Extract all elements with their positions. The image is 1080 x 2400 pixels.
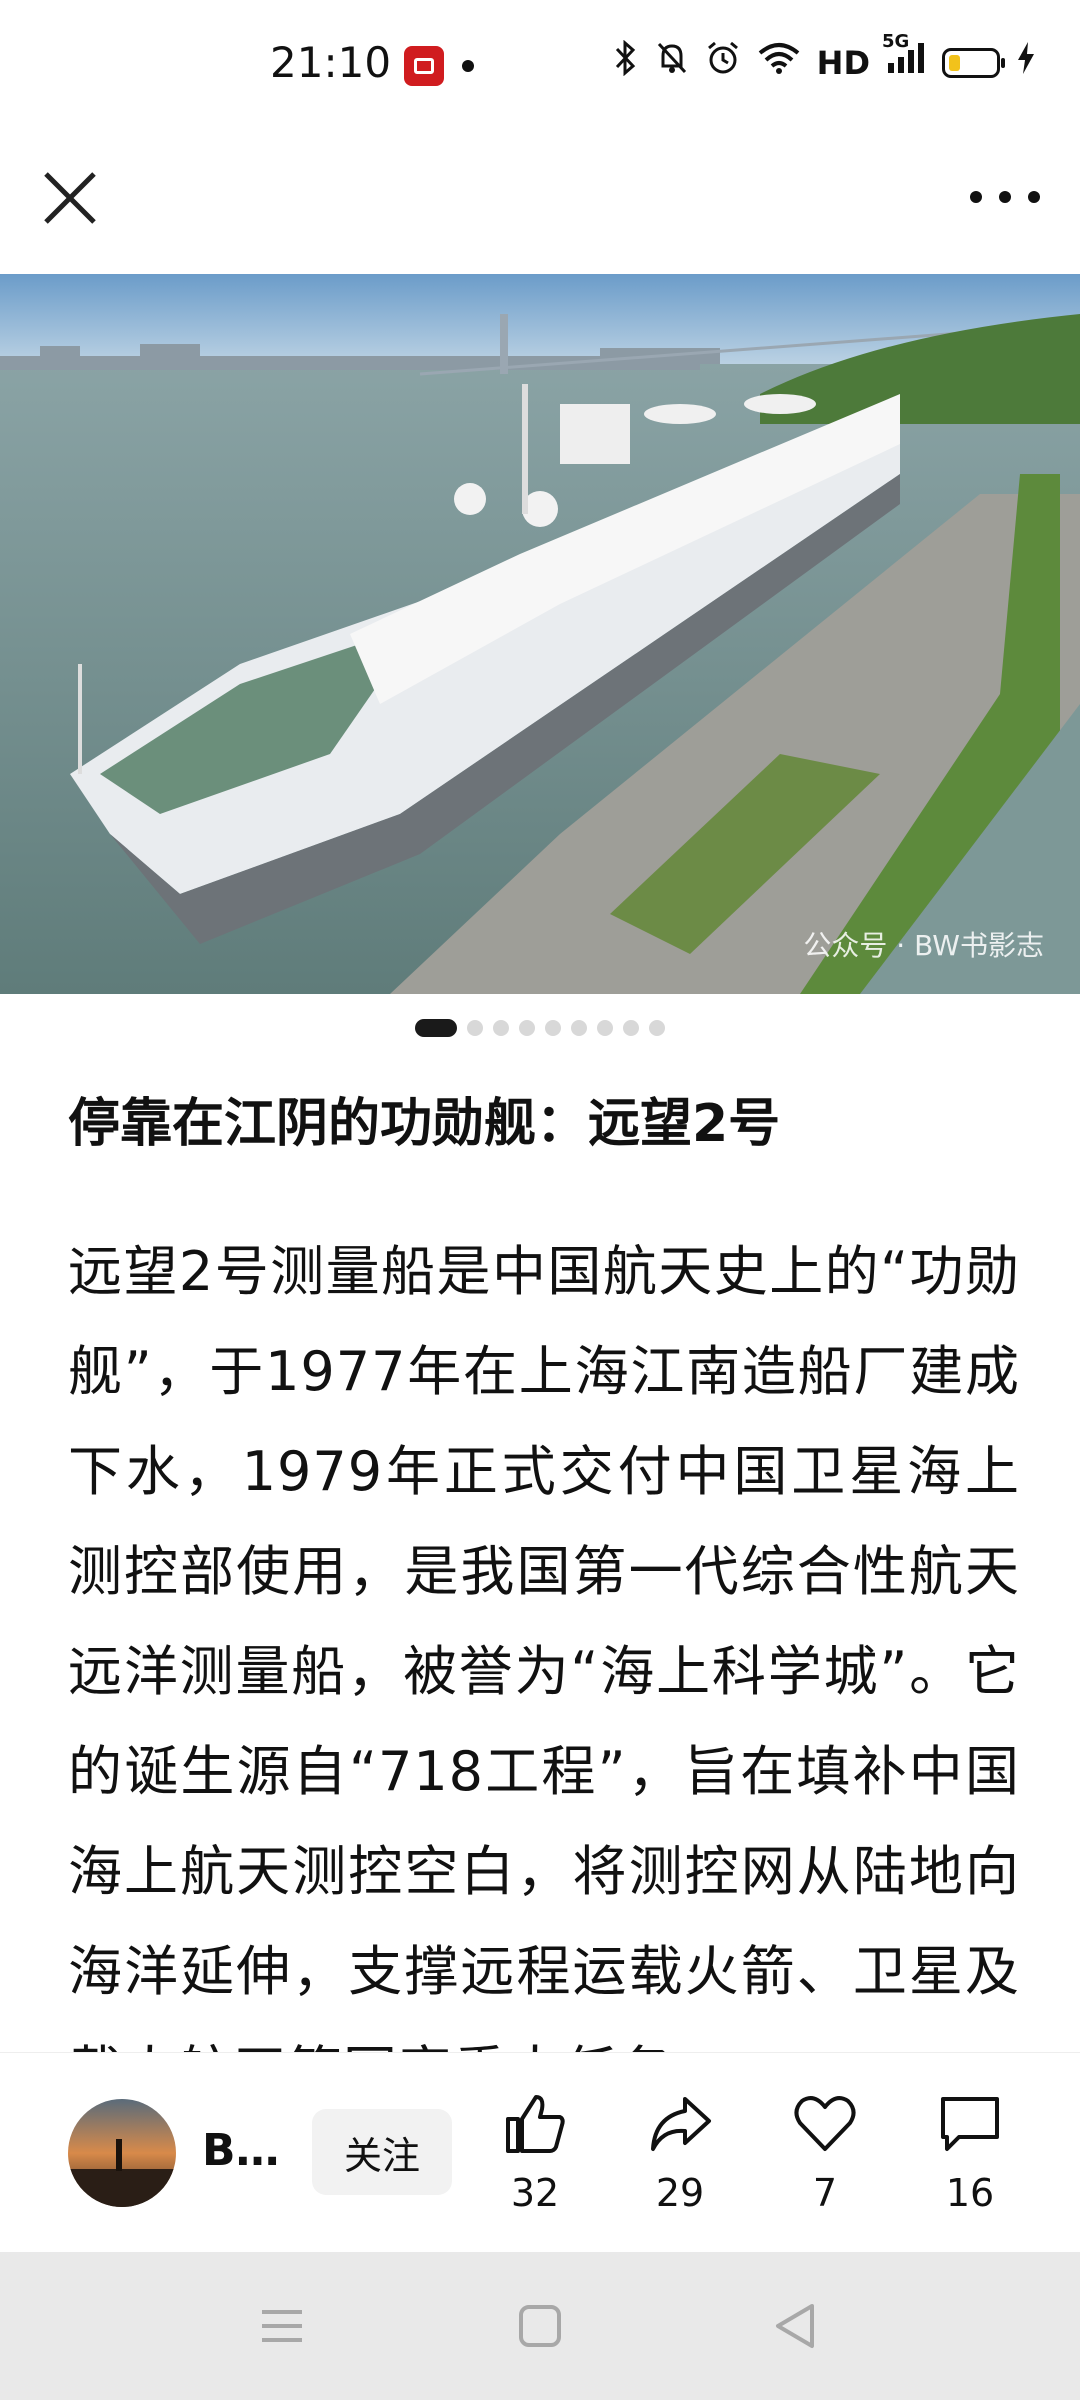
signal-label: 5G [882,31,910,52]
comment-count: 16 [945,2171,995,2215]
battery-icon [942,47,1005,78]
carousel-dot[interactable] [545,1020,561,1036]
back-icon[interactable] [772,2302,816,2350]
share-count: 29 [655,2171,705,2215]
carousel-dot[interactable] [571,1020,587,1036]
image-carousel-indicator[interactable] [0,1016,1080,1040]
system-nav-bar [0,2252,1080,2400]
comment-icon [941,2097,999,2151]
more-icon [970,191,982,203]
carousel-dot[interactable] [623,1020,639,1036]
carousel-dot[interactable] [649,1020,665,1036]
menu-icon[interactable] [258,2306,306,2346]
status-icons: HD 5G [613,31,1036,85]
share-icon [651,2097,711,2151]
like-button[interactable]: 32 [480,2091,590,2231]
mute-icon [655,40,689,85]
heart-icon [794,2096,856,2151]
alarm-icon [705,40,741,85]
top-nav [0,132,1080,274]
signal-icon: 5G [882,31,926,84]
thumbs-up-icon [506,2095,565,2153]
favorite-count: 7 [812,2171,838,2215]
like-count: 32 [510,2171,560,2215]
article-title: 停靠在江阴的功勋舰：远望2号 [68,1094,781,1154]
comment-button[interactable]: 16 [915,2091,1025,2231]
ship-photo [0,274,1080,994]
bottom-action-bar: B… 关注 32 29 7 16 [0,2052,1080,2253]
notification-dot-icon [462,60,474,72]
network-label: HD [816,43,870,82]
follow-button[interactable]: 关注 [312,2109,452,2195]
close-button[interactable] [40,168,100,228]
charging-icon [1016,41,1036,84]
carousel-dot[interactable] [467,1020,483,1036]
carousel-dot[interactable] [597,1020,613,1036]
favorite-button[interactable]: 7 [770,2091,880,2231]
article-body: 远望2号测量船是中国航天史上的“功勋舰”，于1977年在上海江南造船厂建成下水，… [68,1240,1020,2052]
wifi-icon [757,41,801,84]
more-button[interactable] [970,172,1040,222]
battery-fill [949,54,960,71]
image-watermark: 公众号 · BW书影志 [803,929,1044,962]
status-bar: 21:10 HD 5G [0,0,1080,132]
share-button[interactable]: 29 [625,2091,735,2231]
carousel-dot[interactable] [519,1020,535,1036]
bluetooth-icon [613,39,639,85]
home-icon[interactable] [518,2304,562,2348]
carousel-dot[interactable] [415,1019,457,1037]
hero-image[interactable]: 公众号 · BW书影志 [0,274,1080,994]
avatar[interactable] [68,2099,176,2207]
status-time: 21:10 [270,38,392,87]
carousel-dot[interactable] [493,1020,509,1036]
app-notification-icon [404,46,444,86]
close-icon [44,172,96,224]
author-name[interactable]: B… [202,2125,292,2176]
